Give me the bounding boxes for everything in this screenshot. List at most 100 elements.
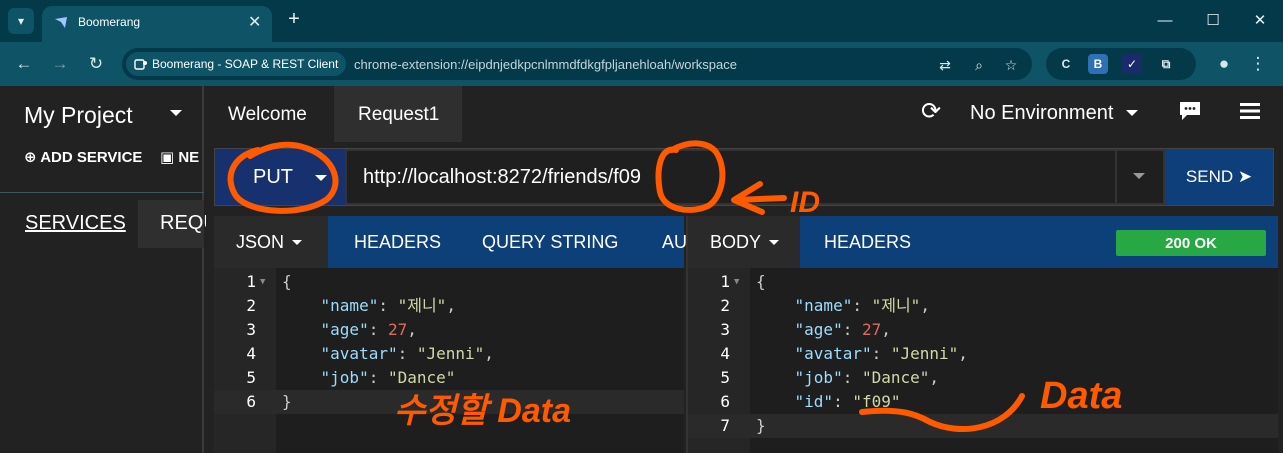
refresh-icon[interactable]: ⟳ [918,98,944,125]
extensions-group: C B ✓ ⧉ [1046,48,1196,80]
line-code: "name": "제니", [794,296,930,315]
line-code: "avatar": "Jenni", [794,344,968,363]
line-code: } [282,392,292,411]
fold-arrow-icon[interactable]: ▼ [260,270,265,294]
extension-puzzle-icon [134,59,147,70]
json-caret-icon [292,239,303,245]
tab-query-string[interactable]: QUERY STRING [482,216,618,268]
line-code: "job": "Dance" [320,368,456,387]
response-panel-tabs: BODY HEADERS 200 OK [688,216,1278,268]
project-title[interactable]: My Project [24,102,133,129]
more-vertical-icon[interactable]: ⋮ [1246,52,1270,76]
line-number: 6 [246,392,256,411]
request-body-panel: JSON HEADERS QUERY STRING AU 1 ▼ {2 "name"… [214,216,687,453]
tab-body-label: BODY [710,231,762,252]
add-service-button[interactable]: ⊕ ADD SERVICE [24,148,142,166]
code-line: 6} [214,390,684,414]
line-code: "age": 27, [794,320,891,339]
method-caret-icon [315,175,327,181]
line-number: 6 [720,392,730,411]
environment-caret-icon[interactable] [1126,110,1138,116]
code-line: 3 "age": 27, [214,318,684,342]
tab-body[interactable]: BODY [688,216,800,268]
tab-welcome[interactable]: Welcome [228,104,307,126]
code-line: 1 ▼ { [688,270,1278,294]
url-history-dropdown[interactable] [1117,151,1163,203]
body-caret-icon [769,239,780,245]
browser-toolbar: ← → ↻ Boomerang - SOAP & REST Client chr… [0,42,1283,86]
reload-icon[interactable]: ↻ [84,52,108,76]
method-dropdown[interactable]: PUT [215,149,345,205]
window-close-icon[interactable]: ✕ [1240,6,1280,34]
request-url-input[interactable] [347,151,1115,203]
tab-search-chevron-icon[interactable]: ▾ [8,8,34,34]
request-bar: PUT SEND ➤ [214,148,1274,206]
zoom-icon[interactable]: ⌕ [968,54,990,76]
url-history-caret-icon [1133,173,1145,179]
project-caret-icon[interactable] [170,110,182,116]
line-number: 3 [246,320,256,339]
browser-tab-title: Boomerang [78,15,141,29]
address-bar[interactable]: Boomerang - SOAP & REST Client chrome-ex… [122,48,1032,80]
tab-response-headers[interactable]: HEADERS [824,216,911,268]
line-number: 5 [720,368,730,387]
environment-dropdown[interactable]: No Environment [970,102,1113,125]
workspace-main: Welcome Request1 ⟳ No Environment PUT SE… [206,86,1283,453]
code-line: 4 "avatar": "Jenni", [214,342,684,366]
line-number: 1 [246,272,256,291]
request-panel-tabs: JSON HEADERS QUERY STRING AU [214,216,687,268]
browser-tab-boomerang[interactable]: Boomerang ✕ [42,6,272,42]
new-folder-icon: ▣ [160,149,179,166]
add-circle-icon: ⊕ [24,149,41,166]
extension-check-icon[interactable]: ✓ [1122,54,1142,74]
line-number: 1 [720,272,730,291]
boomerang-favicon-icon [55,17,67,28]
new-item-label: NE [178,149,200,166]
tab-close-icon[interactable]: ✕ [248,12,261,32]
send-button[interactable]: SEND ➤ [1165,149,1273,205]
bookmark-star-icon[interactable]: ☆ [1000,54,1022,76]
line-code: "name": "제니", [320,296,456,315]
extension-boomerang-icon[interactable]: B [1088,54,1108,74]
profile-avatar-icon[interactable]: ● [1212,52,1236,76]
tab-request1[interactable]: Request1 [358,104,439,126]
code-line: 3 "age": 27, [688,318,1278,342]
minimize-icon[interactable]: — [1145,6,1185,34]
add-service-label: ADD SERVICE [40,149,143,166]
method-label: PUT [253,166,293,188]
tab-auth[interactable]: AU [662,216,687,268]
url-text[interactable]: chrome-extension://eipdnjedkpcnlmmdfdkgf… [354,57,737,72]
forward-arrow-icon[interactable]: → [48,52,72,76]
line-code: "avatar": "Jenni", [320,344,494,363]
site-name-label: Boomerang - SOAP & REST Client [152,57,339,71]
status-badge: 200 OK [1116,230,1266,256]
tab-request-headers[interactable]: HEADERS [354,216,441,268]
code-line: 4 "avatar": "Jenni", [688,342,1278,366]
response-code-editor[interactable]: 1 ▼{2 "name": "제니", 3 "age": 27, 4 "avatar"… [688,268,1278,453]
extensions-puzzle-icon[interactable]: ⧉ [1156,54,1176,74]
code-line: 2 "name": "제니", [688,294,1278,318]
tab-json-label: JSON [236,231,285,252]
extension-c-icon[interactable]: C [1056,54,1076,74]
chat-bubble-icon[interactable] [1178,100,1202,122]
line-code: } [756,416,766,435]
request-code-editor[interactable]: 1 ▼{2 "name": "제니", 3 "age": 27, 4 "avatar"… [214,268,684,453]
code-line: 2 "name": "제니", [214,294,684,318]
maximize-icon[interactable]: ☐ [1193,6,1233,34]
code-line: 5 "job": "Dance" [214,366,684,390]
site-info-chip[interactable]: Boomerang - SOAP & REST Client [126,52,346,76]
tab-json[interactable]: JSON [214,216,328,268]
line-number: 3 [720,320,730,339]
line-code: { [756,272,766,291]
translate-icon[interactable]: ⇄ [934,54,956,76]
response-body-panel: BODY HEADERS 200 OK 1 ▼ {2 "name": "제니", 3 … [686,216,1278,453]
hamburger-menu-icon[interactable] [1240,102,1260,120]
fold-arrow-icon[interactable]: ▼ [734,270,739,294]
line-code: "age": 27, [320,320,417,339]
new-item-button[interactable]: ▣ NE [160,148,199,166]
new-tab-plus-icon[interactable]: + [284,8,304,31]
tab-services[interactable]: SERVICES [25,212,126,235]
line-number: 2 [246,296,256,315]
back-arrow-icon[interactable]: ← [12,52,36,76]
line-number: 7 [720,416,730,435]
